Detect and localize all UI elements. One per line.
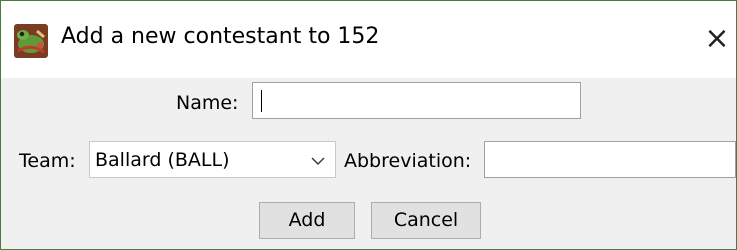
team-selected-value: Ballard (BALL) [95,149,230,171]
add-contestant-dialog: Add a new contestant to 152 × Name: Team… [0,0,737,250]
cancel-button[interactable]: Cancel [371,202,481,239]
frog-app-icon [14,24,48,58]
chevron-down-icon[interactable] [307,151,329,171]
close-icon[interactable]: × [701,21,733,57]
title-bar[interactable]: Add a new contestant to 152 × [1,1,736,78]
text-caret [261,90,262,112]
team-select[interactable]: Ballard (BALL) [89,141,336,178]
window-title: Add a new contestant to 152 [61,24,380,49]
abbreviation-field[interactable] [484,141,736,178]
abbreviation-label: Abbreviation: [344,150,472,172]
dialog-content: Name: Team: Ballard (BALL) Abbreviation:… [1,78,736,249]
add-button[interactable]: Add [259,202,355,239]
name-field[interactable] [252,82,581,119]
name-label: Name: [176,92,239,114]
team-label: Team: [19,150,76,172]
